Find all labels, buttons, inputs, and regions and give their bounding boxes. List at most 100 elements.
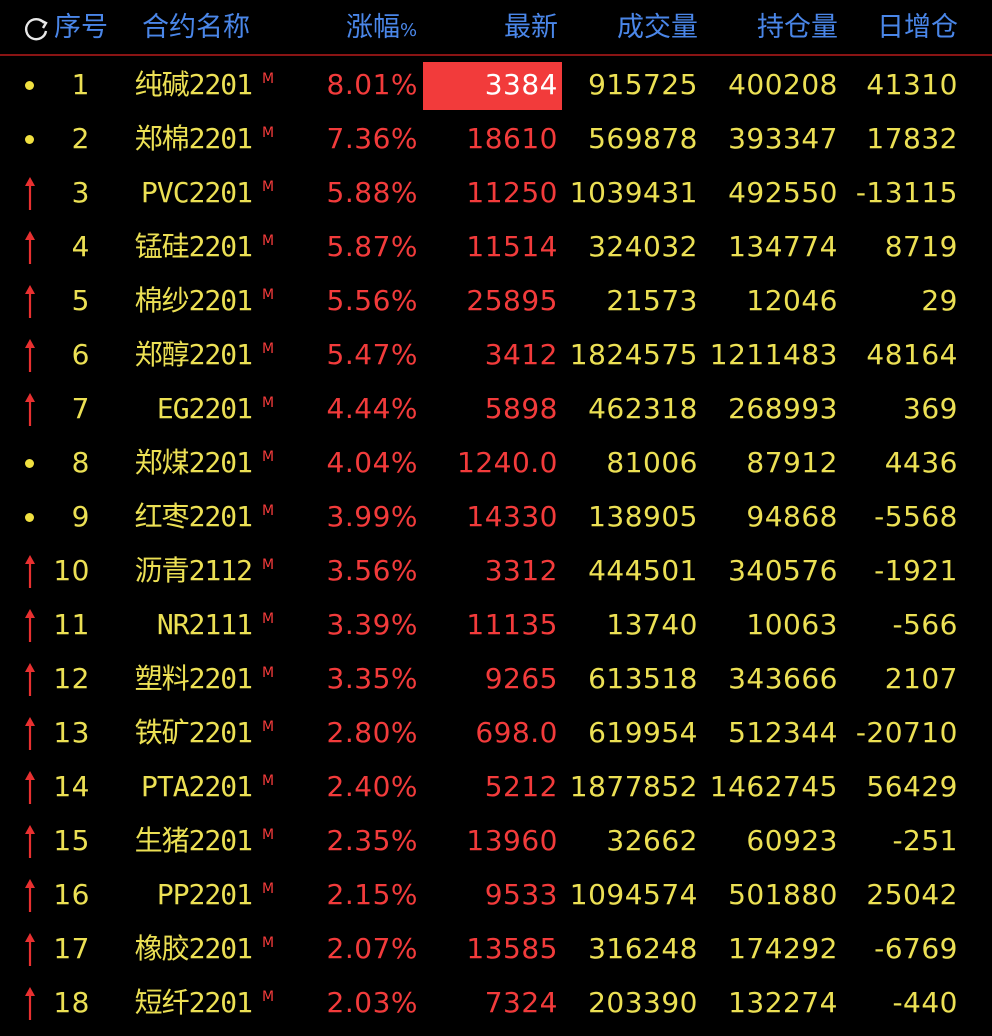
change-cell: 3.35% bbox=[326, 662, 418, 695]
latest-price-cell: 1240.0 bbox=[457, 446, 558, 479]
change-cell: 3.39% bbox=[326, 608, 418, 641]
contract-name-cell[interactable]: PTA2201 bbox=[100, 760, 253, 814]
header-latest[interactable]: 最新 bbox=[440, 8, 558, 48]
table-row[interactable]: 13 铁矿2201 M 2.80% 698.0 619954 512344 -20710 bbox=[0, 706, 992, 760]
contract-name-cell[interactable]: PP2201 bbox=[100, 868, 253, 922]
table-row[interactable]: 4 锰硅2201 M 5.87% 11514 324032 134774 8719 bbox=[0, 220, 992, 274]
latest-price-cell: 3312 bbox=[484, 554, 558, 587]
daily-oi-change-cell: -440 bbox=[892, 986, 958, 1019]
dot-shape bbox=[25, 513, 34, 522]
latest-price-cell: 5898 bbox=[484, 392, 558, 425]
main-contract-badge: M bbox=[262, 233, 275, 249]
table-row[interactable]: 15 生猪2201 M 2.35% 13960 32662 60923 -251 bbox=[0, 814, 992, 868]
contract-name-cell[interactable]: 生猪2201 bbox=[100, 814, 253, 868]
contract-name-cell[interactable]: EG2201 bbox=[100, 382, 253, 436]
table-row[interactable]: 14 PTA2201 M 2.40% 5212 1877852 1462745 56429 bbox=[0, 760, 992, 814]
table-row[interactable]: 12 塑料2201 M 3.35% 9265 613518 343666 2107 bbox=[0, 652, 992, 706]
latest-price-cell: 18610 bbox=[466, 122, 558, 155]
table-row[interactable]: 16 PP2201 M 2.15% 9533 1094574 501880 25042 bbox=[0, 868, 992, 922]
contract-name-cell[interactable]: 郑煤2201 bbox=[100, 436, 253, 490]
up-arrow-shape bbox=[25, 771, 35, 804]
volume-cell: 569878 bbox=[588, 122, 698, 155]
contract-name-cell[interactable]: 棉纱2201 bbox=[100, 274, 253, 328]
up-arrow-shape bbox=[25, 663, 35, 696]
seq-cell: 14 bbox=[53, 770, 90, 803]
header-change[interactable]: 涨幅% bbox=[346, 8, 417, 48]
refresh-icon[interactable] bbox=[22, 14, 52, 44]
dot-shape bbox=[25, 81, 34, 90]
latest-price-cell: 14330 bbox=[466, 500, 558, 533]
table-row[interactable]: 10 沥青2112 M 3.56% 3312 444501 340576 -1921 bbox=[0, 544, 992, 598]
volume-cell: 1039431 bbox=[569, 176, 698, 209]
up-arrow-shape bbox=[25, 231, 35, 264]
main-contract-badge: M bbox=[262, 503, 275, 519]
open-interest-cell: 1462745 bbox=[709, 770, 838, 803]
change-cell: 2.80% bbox=[326, 716, 418, 749]
change-cell: 2.07% bbox=[326, 932, 418, 965]
daily-oi-change-cell: 369 bbox=[903, 392, 958, 425]
up-arrow-shape bbox=[25, 393, 35, 426]
header-contract-name[interactable]: 合约名称 bbox=[142, 8, 250, 48]
open-interest-cell: 94868 bbox=[746, 500, 838, 533]
header-daily-oi-change[interactable]: 日增仓 bbox=[840, 8, 958, 48]
contract-name-cell[interactable]: 郑醇2201 bbox=[100, 328, 253, 382]
change-cell: 2.40% bbox=[326, 770, 418, 803]
main-contract-badge: M bbox=[262, 881, 275, 897]
contract-name-cell[interactable]: PVC2201 bbox=[100, 166, 253, 220]
change-cell: 3.99% bbox=[326, 500, 418, 533]
seq-cell: 17 bbox=[53, 932, 90, 965]
header-volume[interactable]: 成交量 bbox=[560, 8, 698, 48]
seq-cell: 9 bbox=[71, 500, 90, 533]
daily-oi-change-cell: 2107 bbox=[884, 662, 958, 695]
table-row[interactable]: 9 红枣2201 M 3.99% 14330 138905 94868 -5568 bbox=[0, 490, 992, 544]
contract-name-cell[interactable]: 橡胶2201 bbox=[100, 922, 253, 976]
main-contract-badge: M bbox=[262, 125, 275, 141]
change-cell: 2.03% bbox=[326, 986, 418, 1019]
contract-name-cell[interactable]: NR2111 bbox=[100, 598, 253, 652]
table-row[interactable]: 6 郑醇2201 M 5.47% 3412 1824575 1211483 48164 bbox=[0, 328, 992, 382]
seq-cell: 11 bbox=[53, 608, 90, 641]
seq-cell: 4 bbox=[71, 230, 90, 263]
table-row[interactable]: 18 短纤2201 M 2.03% 7324 203390 132274 -440 bbox=[0, 976, 992, 1030]
contract-name-cell[interactable]: 纯碱2201 bbox=[100, 58, 253, 112]
contract-name-cell[interactable]: 短纤2201 bbox=[100, 976, 253, 1030]
up-arrow-icon bbox=[18, 274, 42, 328]
daily-oi-change-cell: 29 bbox=[921, 284, 958, 317]
daily-oi-change-cell: 4436 bbox=[884, 446, 958, 479]
volume-cell: 1877852 bbox=[569, 770, 698, 803]
table-row[interactable]: 11 NR2111 M 3.39% 11135 13740 10063 -566 bbox=[0, 598, 992, 652]
contract-name-cell[interactable]: 郑棉2201 bbox=[100, 112, 253, 166]
contract-name-cell[interactable]: 塑料2201 bbox=[100, 652, 253, 706]
volume-cell: 1824575 bbox=[569, 338, 698, 371]
volume-cell: 203390 bbox=[588, 986, 698, 1019]
header-seq[interactable]: 序号 bbox=[54, 8, 108, 48]
table-row[interactable]: 5 棉纱2201 M 5.56% 25895 21573 12046 29 bbox=[0, 274, 992, 328]
table-row[interactable]: 3 PVC2201 M 5.88% 11250 1039431 492550 -13115 bbox=[0, 166, 992, 220]
table-row[interactable]: 8 郑煤2201 M 4.04% 1240.0 81006 87912 4436 bbox=[0, 436, 992, 490]
latest-price-cell: 698.0 bbox=[475, 716, 558, 749]
open-interest-cell: 343666 bbox=[728, 662, 838, 695]
contract-name-cell[interactable]: 铁矿2201 bbox=[100, 706, 253, 760]
table-row[interactable]: 17 橡胶2201 M 2.07% 13585 316248 174292 -6769 bbox=[0, 922, 992, 976]
contract-name-cell[interactable]: 红枣2201 bbox=[100, 490, 253, 544]
table-row[interactable]: 7 EG2201 M 4.44% 5898 462318 268993 369 bbox=[0, 382, 992, 436]
volume-cell: 138905 bbox=[588, 500, 698, 533]
seq-cell: 6 bbox=[71, 338, 90, 371]
open-interest-cell: 174292 bbox=[728, 932, 838, 965]
contract-name-cell[interactable]: 沥青2112 bbox=[100, 544, 253, 598]
table-row[interactable]: 2 郑棉2201 M 7.36% 18610 569878 393347 17832 bbox=[0, 112, 992, 166]
volume-cell: 915725 bbox=[588, 68, 698, 101]
flat-dot-icon bbox=[18, 436, 42, 490]
volume-cell: 81006 bbox=[606, 446, 698, 479]
seq-cell: 10 bbox=[53, 554, 90, 587]
up-arrow-shape bbox=[25, 933, 35, 966]
header-open-interest[interactable]: 持仓量 bbox=[700, 8, 838, 48]
latest-price-cell: 5212 bbox=[484, 770, 558, 803]
open-interest-cell: 134774 bbox=[728, 230, 838, 263]
flat-dot-icon bbox=[18, 112, 42, 166]
contract-name-cell[interactable]: 锰硅2201 bbox=[100, 220, 253, 274]
seq-cell: 18 bbox=[53, 986, 90, 1019]
table-row[interactable]: 1 纯碱2201 M 8.01% 3384 915725 400208 41310 bbox=[0, 58, 992, 112]
open-interest-cell: 501880 bbox=[728, 878, 838, 911]
up-arrow-shape bbox=[25, 987, 35, 1020]
